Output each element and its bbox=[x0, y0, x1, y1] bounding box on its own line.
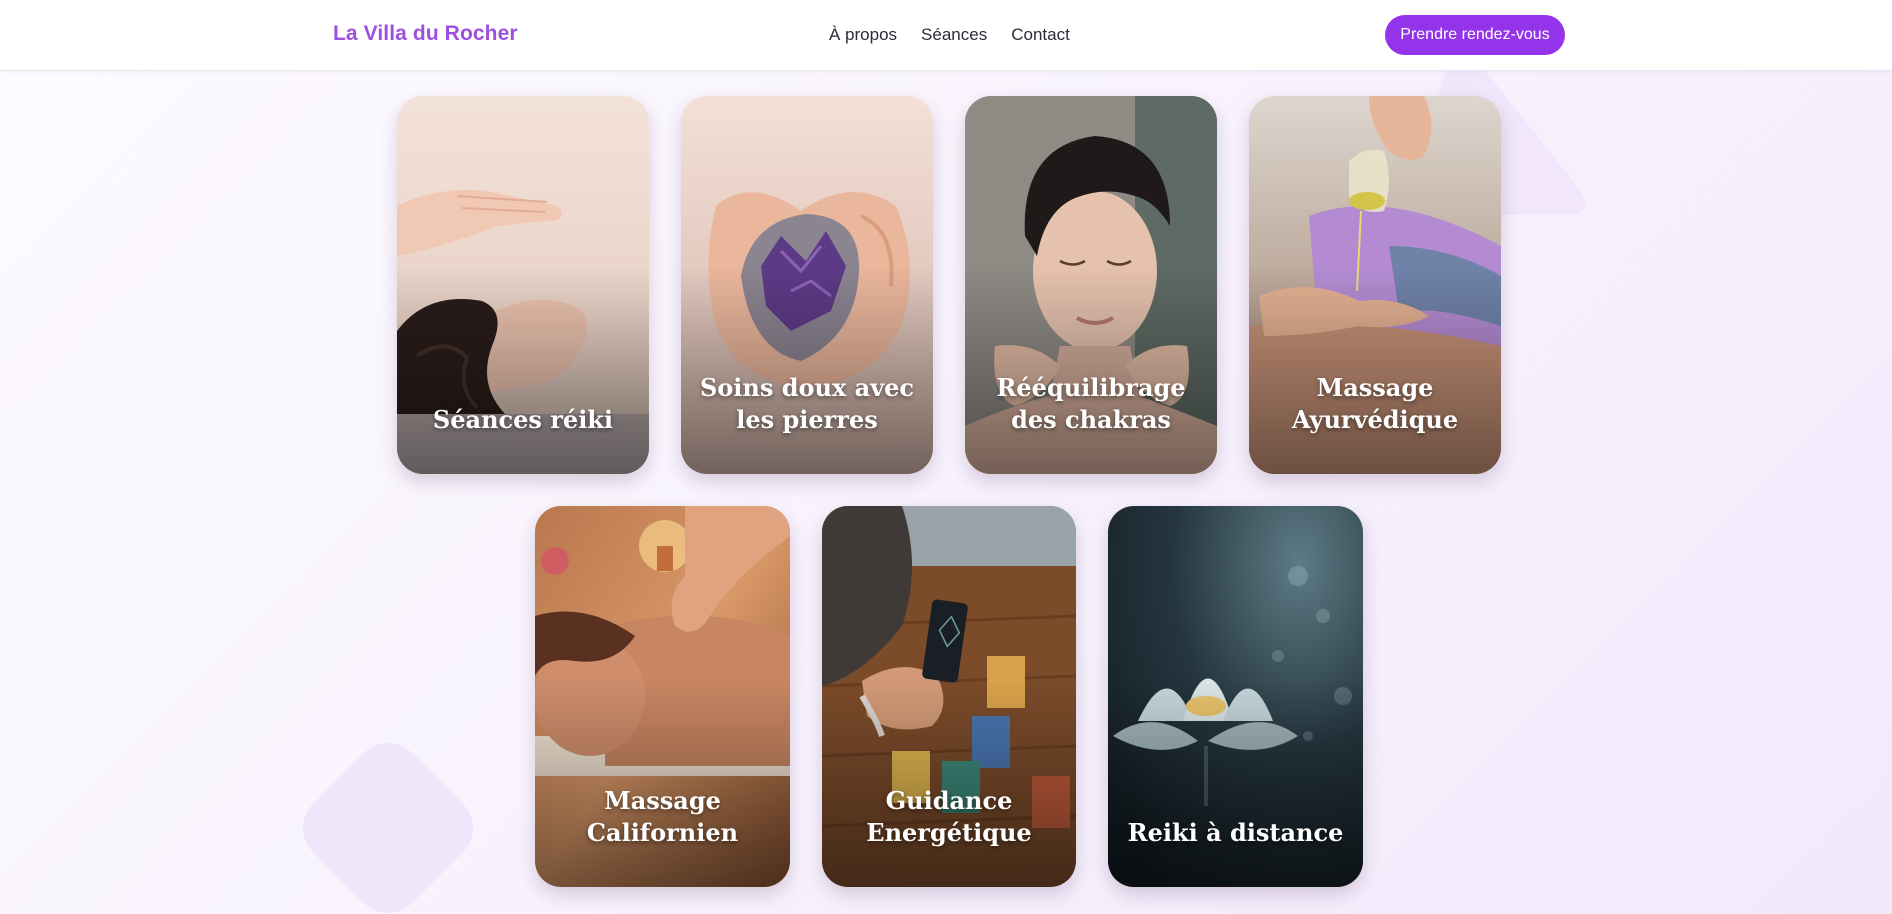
nav-link-contact[interactable]: Contact bbox=[1011, 25, 1070, 45]
service-card-ayurvedic[interactable]: Massage Ayurvédique bbox=[1249, 96, 1501, 474]
card-title: Rééquilibrage des chakras bbox=[996, 373, 1186, 434]
service-card-reiki[interactable]: Séances réiki bbox=[397, 96, 649, 474]
service-card-guidance[interactable]: Guidance Energétique bbox=[822, 506, 1076, 887]
card-title: Massage Californien bbox=[586, 786, 739, 847]
service-card-californien[interactable]: Massage Californien bbox=[535, 506, 790, 887]
service-card-stones[interactable]: Soins doux avec les pierres bbox=[681, 96, 933, 474]
decorative-diamond-shape bbox=[289, 729, 487, 914]
card-title: Soins doux avec les pierres bbox=[699, 373, 915, 434]
card-title: Massage Ayurvédique bbox=[1291, 373, 1459, 434]
service-card-chakras[interactable]: Rééquilibrage des chakras bbox=[965, 96, 1217, 474]
site-header: La Villa du Rocher À propos Séances Cont… bbox=[0, 0, 1892, 71]
service-card-distance[interactable]: Reiki à distance bbox=[1108, 506, 1363, 887]
nav-link-a-propos[interactable]: À propos bbox=[829, 25, 897, 45]
book-appointment-button[interactable]: Prendre rendez-vous bbox=[1385, 15, 1565, 55]
nav-link-seances[interactable]: Séances bbox=[921, 25, 987, 45]
card-title: Guidance Energétique bbox=[866, 786, 1032, 847]
brand-logo[interactable]: La Villa du Rocher bbox=[333, 22, 518, 46]
card-title: Séances réiki bbox=[432, 405, 614, 434]
main-nav: À propos Séances Contact bbox=[829, 25, 1070, 45]
card-title: Reiki à distance bbox=[1127, 818, 1344, 847]
